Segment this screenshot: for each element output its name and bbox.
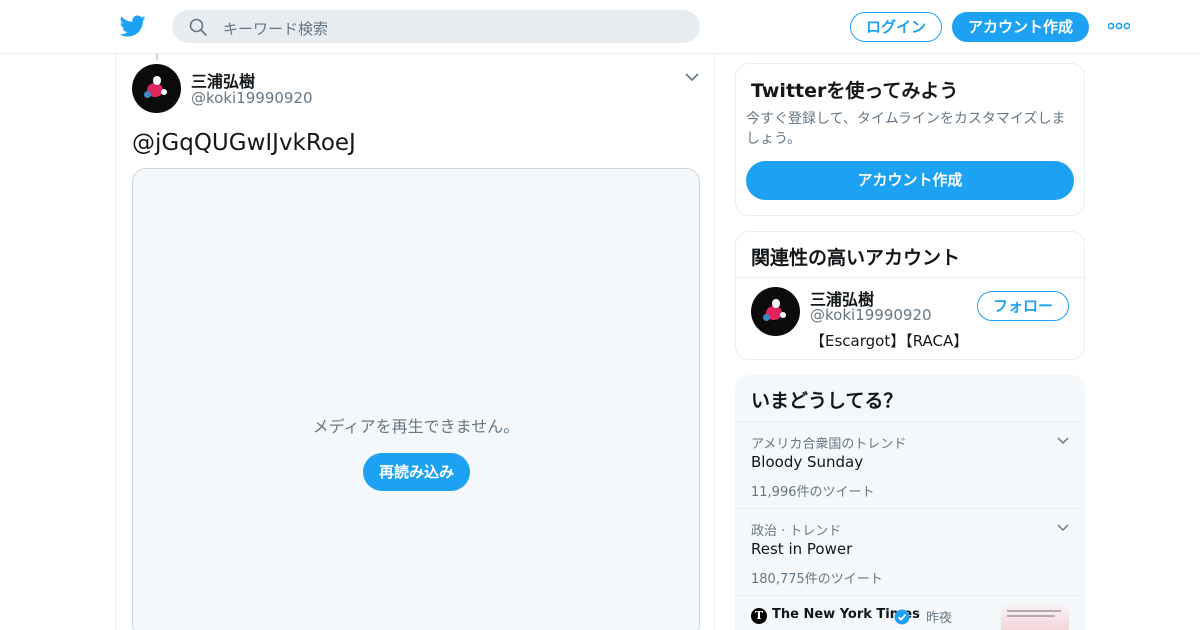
avatar[interactable] bbox=[751, 287, 800, 336]
related-account-bio: 【Escargot】【RACA】 bbox=[810, 332, 969, 350]
trend-tweet-count: 11,996件のツイート bbox=[751, 485, 875, 500]
chevron-down-icon[interactable] bbox=[1056, 522, 1070, 534]
tweet-author-handle[interactable]: @koki19990920 bbox=[191, 89, 313, 107]
chevron-down-icon[interactable] bbox=[1056, 435, 1070, 447]
signup-card-description: 今すぐ登録して、タイムラインをカスタマイズしましょう。 bbox=[746, 111, 1066, 147]
news-time: 昨夜 bbox=[926, 611, 953, 626]
search-bar[interactable]: キーワード検索 bbox=[172, 10, 700, 43]
trends-card: いまどうしてる？ アメリカ合衆国のトレンド Bloody Sunday 11,9… bbox=[735, 375, 1085, 630]
related-accounts-card: 関連性の高いアカウント 三浦弘樹 @koki19990920 【Escargot… bbox=[735, 231, 1085, 360]
trend-tweet-count: 180,775件のツイート bbox=[751, 572, 883, 587]
related-account-handle[interactable]: @koki19990920 bbox=[810, 306, 932, 324]
trend-context: アメリカ合衆国のトレンド bbox=[751, 437, 907, 452]
verified-badge-icon bbox=[894, 609, 910, 625]
trend-item[interactable]: アメリカ合衆国のトレンド Bloody Sunday 11,996件のツイート bbox=[736, 421, 1084, 508]
trend-name[interactable]: Bloody Sunday bbox=[751, 453, 863, 471]
top-nav-bar: キーワード検索 ログイン アカウント作成 bbox=[0, 0, 1200, 54]
trend-context: 政治 · トレンド bbox=[751, 524, 842, 539]
reload-button[interactable]: 再読み込み bbox=[363, 453, 470, 491]
news-item[interactable]: T The New York Times · 昨夜 bbox=[736, 595, 1084, 630]
media-player[interactable]: メディアを再生できません。 再読み込み bbox=[132, 168, 700, 630]
more-dots-icon[interactable] bbox=[1108, 22, 1130, 30]
news-thumbnail[interactable] bbox=[1001, 605, 1069, 630]
divider bbox=[736, 277, 1084, 278]
news-separator: · bbox=[916, 606, 921, 621]
follow-button[interactable]: フォロー bbox=[977, 291, 1069, 321]
tweet-text: @jGqQUGwIJvkRoeJ bbox=[132, 130, 356, 156]
trends-title: いまどうしてる？ bbox=[751, 390, 903, 412]
media-error-message: メディアを再生できません。 bbox=[312, 417, 520, 436]
search-input[interactable]: キーワード検索 bbox=[223, 18, 328, 39]
nyt-logo-icon: T bbox=[751, 608, 767, 624]
signup-button[interactable]: アカウント作成 bbox=[952, 12, 1089, 42]
chevron-down-icon[interactable] bbox=[684, 70, 700, 84]
twitter-bird-icon[interactable] bbox=[120, 13, 146, 39]
avatar[interactable] bbox=[132, 64, 181, 113]
related-accounts-title: 関連性の高いアカウント bbox=[751, 247, 961, 269]
login-button[interactable]: ログイン bbox=[850, 12, 942, 42]
search-icon bbox=[189, 18, 207, 36]
trend-name[interactable]: Rest in Power bbox=[751, 540, 852, 558]
trend-item[interactable]: 政治 · トレンド Rest in Power 180,775件のツイート bbox=[736, 508, 1084, 595]
tweet-column: 三浦弘樹 @koki19990920 @jGqQUGwIJvkRoeJ メディア… bbox=[115, 54, 715, 630]
thread-connector-line bbox=[156, 54, 158, 60]
signup-card: Twitterを使ってみよう 今すぐ登録して、タイムラインをカスタマイズしましょ… bbox=[735, 63, 1085, 216]
signup-card-title: Twitterを使ってみよう bbox=[751, 80, 959, 102]
signup-card-button[interactable]: アカウント作成 bbox=[746, 161, 1074, 200]
